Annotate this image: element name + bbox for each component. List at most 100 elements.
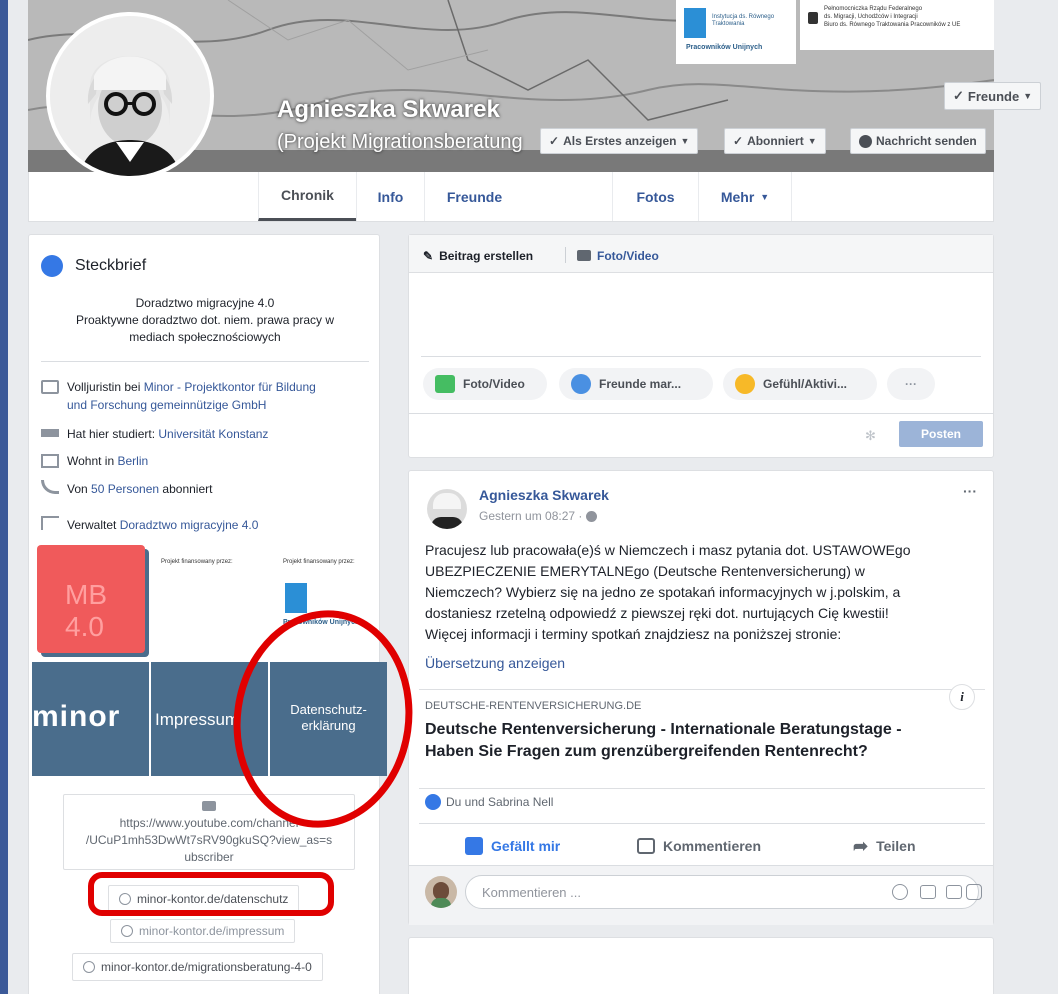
sticker-icon[interactable] [966, 884, 982, 900]
pencil-icon: ✎ [423, 249, 434, 263]
logo-text: Instytucja ds. Równego [712, 14, 775, 20]
work-text: Volljuristin bei Minor - Projektkontor f… [67, 378, 316, 414]
feed-post: Agnieszka Skwarek Gestern um 08:27 · ···… [408, 470, 994, 925]
pill-label: Gefühl/Aktivi... [763, 377, 848, 391]
manages-link[interactable]: Doradztwo migracyjne 4.0 [120, 518, 259, 532]
lives-link[interactable]: Berlin [117, 454, 148, 468]
work-link[interactable]: und Forschung gemeinnützige GmbH [67, 398, 266, 412]
tile-text: Projekt finansowany przez: [161, 559, 233, 565]
settings-gear-icon[interactable]: ✻ [865, 428, 876, 444]
post-text-line: Więcej informacji i terminy spotkań znaj… [425, 626, 842, 642]
divider [419, 823, 985, 824]
work-link[interactable]: Minor - Projektkontor für Bildung [144, 380, 316, 394]
briefcase-icon [41, 380, 59, 394]
link-migrationsberatung[interactable]: minor-kontor.de/migrationsberatung-4-0 [72, 953, 323, 981]
divider [41, 361, 369, 362]
more-options-pill[interactable]: ··· [887, 368, 935, 400]
tab-fotos[interactable]: Fotos [612, 172, 698, 221]
tab-info[interactable]: Info [356, 172, 424, 221]
camera-icon [577, 250, 591, 261]
globe-icon [41, 255, 63, 277]
youtube-url-line: ubscriber [184, 850, 234, 864]
send-message-button[interactable]: Nachricht senden [850, 128, 986, 154]
comment-input[interactable]: Kommentieren ... [465, 875, 982, 909]
avatar-shirt [431, 517, 463, 529]
followers-link[interactable]: 50 Personen [91, 482, 159, 496]
bio-line: mediach społecznościowych [129, 330, 281, 344]
followers-suffix: abonniert [159, 482, 213, 496]
bio-line: Proaktywne doradztwo dot. niem. prawa pr… [75, 313, 335, 327]
study-text: Hat hier studiert: Universität Konstanz [67, 425, 268, 443]
home-icon [41, 454, 59, 468]
youtube-url-line: /UCuP1mh53DwWt7sRV90gkuSQ?view_as=s [85, 833, 333, 847]
tab-freunde[interactable]: Freunde [424, 172, 524, 221]
link-preview[interactable]: DEUTSCHE-RENTENVERSICHERUNG.DE Deutsche … [419, 684, 985, 789]
friends-button[interactable]: ✓ Freunde ▼ [944, 82, 1042, 110]
share-button[interactable]: ➦ Teilen [853, 829, 916, 863]
work-row: Volljuristin bei Minor - Projektkontor f… [41, 378, 316, 414]
photo-video-pill[interactable]: Foto/Video [423, 368, 547, 400]
post-text-line: UBEZPIECZENIE EMERYTALNEgo (Deutsche Ren… [425, 563, 865, 579]
comment-button[interactable]: Kommentieren [637, 829, 761, 863]
tab-mehr[interactable]: Mehr ▼ [698, 172, 792, 221]
tab-label: Beitrag erstellen [439, 249, 534, 263]
check-icon: ✓ [549, 134, 560, 148]
tile-text: MB [65, 579, 107, 610]
tag-friends-pill[interactable]: Freunde mar... [559, 368, 713, 400]
globe-icon [83, 961, 95, 973]
thumbs-up-icon [465, 837, 483, 855]
link-impressum[interactable]: minor-kontor.de/impressum [110, 919, 296, 943]
action-label: Gefällt mir [491, 838, 561, 854]
photo-icon [435, 375, 455, 393]
reactions-summary[interactable]: Du und Sabrina Nell [425, 794, 553, 810]
rss-icon [41, 480, 59, 494]
bio-line: Doradztwo migracyjne 4.0 [135, 296, 275, 310]
composer-textarea[interactable] [421, 281, 981, 353]
gif-icon[interactable] [946, 885, 962, 899]
featured-tile-mb40[interactable]: MB 4.0 [37, 545, 145, 653]
translate-link[interactable]: Übersetzung anzeigen [425, 655, 565, 671]
post-composer: ✎ Beitrag erstellen Foto/Video Foto/Vide… [408, 234, 994, 458]
study-link[interactable]: Universität Konstanz [158, 427, 268, 441]
info-icon[interactable]: i [949, 684, 975, 710]
manages-prefix: Verwaltet [67, 518, 120, 532]
follow-first-button[interactable]: ✓ Als Erstes anzeigen ▼ [540, 128, 699, 154]
post-text: Pracujesz lub pracowała(e)ś w Niemczech … [425, 540, 991, 645]
action-label: Teilen [876, 838, 916, 854]
subscribed-button[interactable]: ✓ Abonniert ▼ [724, 128, 826, 154]
intro-title: Steckbrief [75, 257, 147, 274]
cover-logo-left: Instytucja ds. Równego Traktowania Praco… [676, 0, 796, 64]
reactions-text: Du und Sabrina Nell [446, 795, 554, 809]
post-menu-button[interactable]: ··· [963, 483, 977, 499]
tile-text: 4.0 [65, 611, 104, 642]
work-prefix: Volljuristin bei [67, 380, 144, 394]
photo-video-tab[interactable]: Foto/Video [577, 249, 659, 263]
profile-name[interactable]: Agnieszka Skwarek [277, 96, 500, 124]
check-icon: ✓ [953, 88, 964, 103]
lives-text: Wohnt in Berlin [67, 452, 148, 470]
timestamp-text: Gestern um 08:27 · [479, 509, 583, 523]
logo-mark-icon [684, 8, 706, 38]
emoji-icon[interactable] [892, 884, 908, 900]
create-post-tab[interactable]: ✎ Beitrag erstellen [423, 249, 533, 263]
caret-down-icon: ▼ [807, 136, 817, 146]
post-text-line: Pracujesz lub pracowała(e)ś w Niemczech … [425, 542, 911, 558]
link-domain: DEUTSCHE-RENTENVERSICHERUNG.DE [425, 700, 642, 712]
post-timestamp[interactable]: Gestern um 08:27 · [479, 509, 598, 523]
button-label: Abonniert [747, 134, 804, 148]
post-author[interactable]: Agnieszka Skwarek [479, 487, 609, 503]
tag-friends-icon [571, 374, 591, 394]
profile-picture[interactable] [46, 12, 214, 180]
divider [565, 247, 566, 263]
post-button[interactable]: Posten [899, 421, 983, 447]
like-button[interactable]: Gefällt mir [465, 829, 560, 863]
globe-icon [121, 925, 133, 937]
comment-section: Kommentieren ... [409, 865, 993, 925]
featured-tile-minor[interactable]: minor [32, 662, 149, 776]
camera-icon[interactable] [920, 885, 936, 899]
tab-chronik[interactable]: Chronik [258, 172, 356, 221]
annotation-rectangle [88, 872, 334, 916]
author-avatar[interactable] [427, 489, 467, 529]
feeling-activity-pill[interactable]: Gefühl/Aktivi... [723, 368, 877, 400]
profile-photo-image [50, 16, 210, 176]
